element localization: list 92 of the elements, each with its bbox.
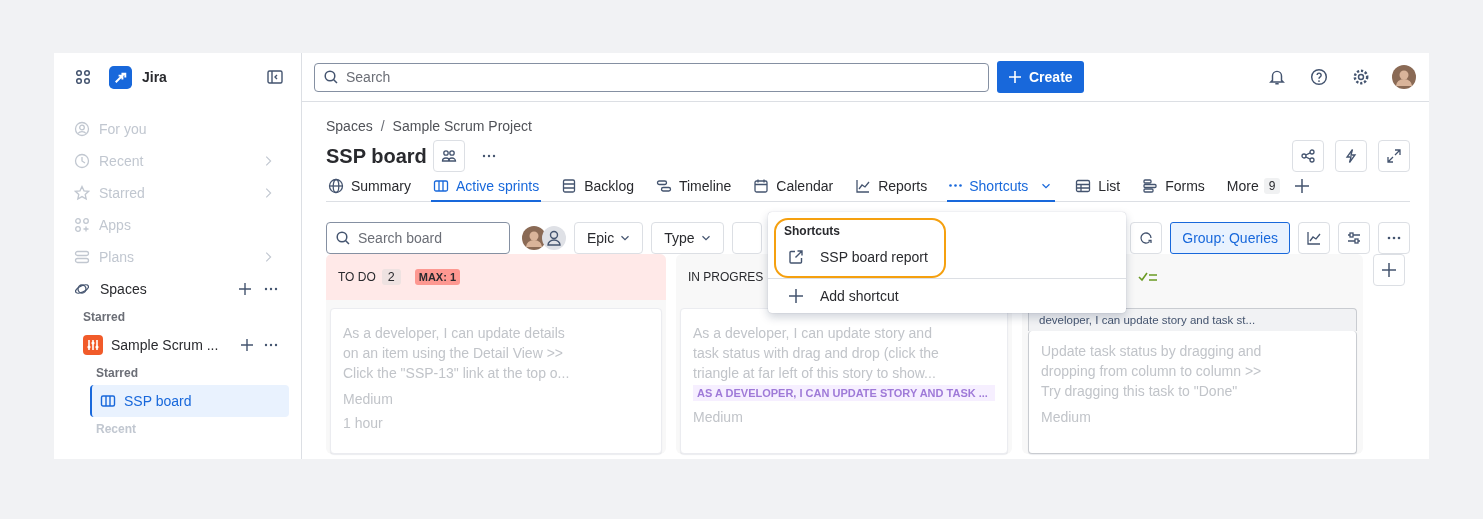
done-check-icon [1138,270,1158,284]
plus-icon [1007,69,1023,85]
apps-icon [74,217,90,233]
limit-badge: MAX: 1 [414,269,460,285]
board-icon [432,177,449,194]
page-title: SSP board [326,144,427,168]
app-switcher-icon[interactable] [75,69,91,85]
team-button[interactable] [432,140,465,172]
tab[interactable]: Reports [853,171,930,202]
breadcrumb-link[interactable]: Spaces [326,118,373,134]
bars-icon [74,249,90,265]
section-heading: Recent [95,421,137,438]
tab[interactable]: Summary [326,171,413,202]
tab[interactable]: Calendar [751,171,836,202]
dots-icon [949,184,963,187]
menu-item[interactable]: SSP board report [768,242,1126,272]
column-title: IN PROGRES [688,270,764,284]
person-icon [74,121,90,137]
tab[interactable]: Backlog [559,171,636,202]
fullscreen-button[interactable] [1378,140,1410,172]
lightning-icon [1343,148,1359,164]
search-board-field[interactable]: Search board [326,222,510,254]
chart-icon [1306,230,1322,246]
add-icon[interactable] [237,281,253,297]
jira-logo-icon[interactable] [109,65,132,89]
people-icon [440,148,457,164]
section-heading: Starred [95,365,140,382]
filter-dropdown[interactable]: Type [651,222,724,254]
refresh-icon [1138,230,1155,246]
calendar-icon [753,177,770,194]
plus-icon [1381,262,1397,278]
card-priority: Medium [343,391,394,407]
planet-icon [74,281,90,297]
chart-icon [855,177,872,194]
tab[interactable]: List [1073,171,1123,202]
timeline-icon [655,177,672,194]
list-icon [561,177,578,194]
settings-icon[interactable] [1352,68,1370,86]
project-name[interactable]: Sample Scrum ... [111,337,231,353]
view-settings-button[interactable] [1338,222,1370,254]
unassigned-avatar-icon[interactable] [542,226,566,250]
card-summary: As a developer, I can update details on an item using the Detail View >> Click the "SSP-13" link at the top o... [343,324,571,383]
add-icon[interactable] [239,337,255,353]
parent-story-bar[interactable]: developer, I can update story and task st... [1028,308,1357,331]
collapse-sidebar-icon[interactable] [267,69,283,85]
group-button[interactable]: Group: Queries [1170,222,1290,254]
table-icon [1075,177,1092,194]
column-title: TO DO [338,270,376,284]
parent-tag: AS A DEVELOPER, I CAN UPDATE STORY AND TASK ... [693,385,995,401]
tab[interactable]: Active sprints [430,171,542,202]
section-heading: Starred [82,309,127,326]
board-icon [100,393,116,409]
board-item[interactable]: SSP board [90,385,289,417]
add-column-button[interactable] [1373,254,1405,286]
add-icon[interactable] [1294,178,1311,194]
breadcrumb-link[interactable]: Sample Scrum Project [392,118,532,134]
expand-icon [1386,148,1402,164]
app-name: Jira [142,69,168,85]
avatar-icon[interactable] [1392,65,1416,89]
tab[interactable]: More 9 [1224,171,1283,202]
create-button[interactable]: Create [997,61,1084,93]
notifications-icon[interactable] [1268,68,1286,86]
spaces-label[interactable]: Spaces [100,281,227,297]
refresh-button[interactable] [1130,222,1163,254]
card-estimate: 1 hour [343,415,384,431]
filter-dropdown[interactable]: Epic [574,222,644,254]
card-priority: Medium [693,409,744,425]
tab[interactable]: Forms [1140,171,1207,202]
sliders-icon [1346,230,1362,246]
star-icon [74,185,90,201]
globe-icon [328,177,344,194]
card-summary: As a developer, I can update story and task status with drag and drop (click the triangle at far left of this story to show... [693,324,940,383]
automation-button[interactable] [1335,140,1367,172]
breadcrumb-separator: / [380,118,385,134]
insights-button[interactable] [1298,222,1330,254]
clock-icon [74,153,90,169]
tab[interactable]: Shortcuts [947,171,1056,202]
forms-icon [1142,177,1159,194]
share-icon [1300,148,1316,164]
card-summary: Update task status by dragging and dropping from column to column >> Try dragging this task to "Done" [1041,342,1263,401]
menu-item[interactable]: Add shortcut [768,281,1126,311]
count-badge: 2 [381,269,401,285]
external-link-icon [788,249,804,265]
project-icon [83,335,103,355]
menu-heading: Shortcuts [783,223,841,240]
card-priority: Medium [1041,409,1092,425]
share-button[interactable] [1292,140,1324,172]
search-field[interactable]: Search [314,62,989,92]
count-badge: 9 [1263,177,1281,194]
tab[interactable]: Timeline [653,171,734,202]
help-icon[interactable] [1310,68,1328,86]
plus-icon [788,288,804,304]
